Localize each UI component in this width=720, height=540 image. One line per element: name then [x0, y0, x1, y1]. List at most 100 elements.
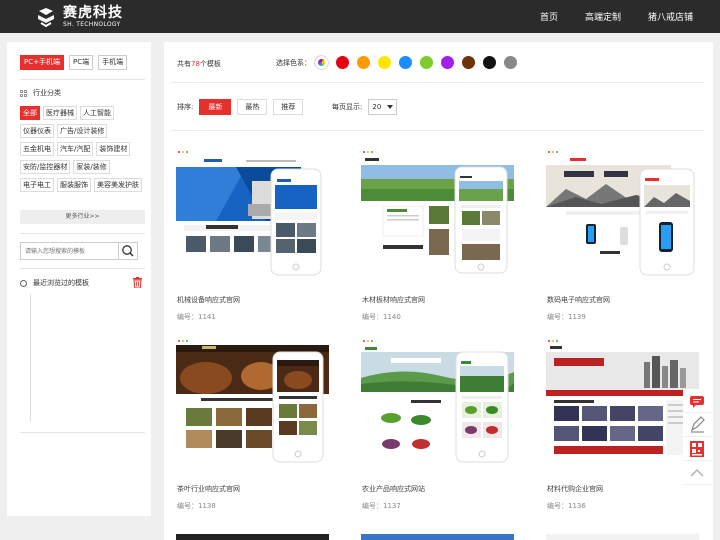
category-item[interactable]: 医疗器械 [43, 106, 77, 120]
template-search [20, 242, 138, 260]
color-label: 选择色系： [276, 58, 311, 67]
sort-recommended-button[interactable]: 推荐 [273, 99, 304, 115]
template-title[interactable]: 数码电子响应式官网 [547, 295, 610, 305]
search-input[interactable] [21, 243, 119, 259]
brand-name-en: SH. TECHNOLOGY [63, 21, 121, 28]
category-item[interactable]: 装饰建材 [96, 142, 131, 156]
divider [171, 82, 704, 83]
template-code: 编号：1136 [547, 502, 586, 510]
template-card[interactable]: 农业产品响应式网站 编号：1137 [361, 338, 514, 518]
trash-icon[interactable] [133, 277, 142, 288]
count-prefix: 共有 [177, 60, 191, 68]
category-list: 全部 医疗器械 人工智能 仪器仪表 广告/设计装修 五金机电 汽车/汽配 装饰建… [20, 106, 145, 202]
color-swatch[interactable] [483, 56, 496, 69]
nav-home[interactable]: 首页 [540, 10, 558, 23]
chevron-down-icon [387, 105, 394, 109]
floating-toolbar [683, 389, 711, 485]
nav-custom[interactable]: 高端定制 [585, 10, 621, 23]
perpage-value: 20 [372, 103, 382, 111]
template-thumbnail[interactable] [176, 149, 329, 277]
more-categories-button[interactable]: 更多行业>> [20, 210, 145, 224]
tab-pc-mobile[interactable]: PC+手机端 [20, 55, 64, 70]
template-thumbnail-partial[interactable] [176, 534, 329, 540]
color-swatch[interactable] [462, 56, 475, 69]
template-card[interactable]: 木材板材响应式官网 编号：1140 [361, 149, 514, 329]
template-thumbnail[interactable] [546, 149, 699, 277]
template-card[interactable]: 数码电子响应式官网 编号：1139 [546, 149, 699, 329]
color-swatch-all[interactable] [315, 56, 328, 69]
category-item[interactable]: 人工智能 [80, 106, 114, 120]
tab-pc[interactable]: PC端 [68, 55, 94, 70]
sort-newest-button[interactable]: 最新 [199, 99, 232, 115]
template-code: 编号：1140 [362, 313, 401, 321]
category-item[interactable]: 家装/装修 [73, 160, 110, 174]
template-thumbnail[interactable] [546, 338, 699, 466]
category-heading: 行业分类 [20, 88, 61, 98]
perpage-select[interactable]: 20 [368, 99, 398, 115]
grid-icon [20, 89, 27, 97]
chat-icon[interactable] [683, 389, 711, 413]
color-swatch[interactable] [399, 56, 412, 69]
recent-viewed-header: 最近浏览过的模板 [20, 277, 142, 288]
color-filter: 选择色系： [276, 56, 517, 69]
template-thumbnail[interactable] [361, 338, 514, 466]
template-title[interactable]: 木材板材响应式官网 [362, 295, 425, 305]
category-item[interactable]: 美容美发护肤 [94, 178, 142, 192]
divider [20, 79, 145, 80]
color-swatch[interactable] [378, 56, 391, 69]
category-item[interactable]: 广告/设计装修 [57, 124, 108, 138]
filter-sidebar: PC+手机端 PC端 手机端 行业分类 全部 医疗器械 人工智能 仪器仪表 广告… [7, 42, 151, 516]
top-header: 赛虎科技 SH. TECHNOLOGY 首页 高端定制 猪八戒店铺 [0, 0, 720, 33]
sort-label: 排序: [177, 103, 194, 111]
clock-icon [20, 279, 27, 287]
search-icon [122, 245, 134, 257]
recent-title: 最近浏览过的模板 [33, 279, 89, 287]
color-swatch[interactable] [420, 56, 433, 69]
template-card[interactable]: 机械设备响应式官网 编号：1141 [176, 149, 329, 329]
divider [20, 432, 145, 433]
recent-list-line [30, 294, 31, 422]
template-title[interactable]: 材料代购企业官网 [547, 484, 603, 494]
category-item[interactable]: 电子电工 [20, 178, 54, 192]
edit-icon[interactable] [683, 413, 711, 437]
category-item[interactable]: 五金机电 [20, 142, 54, 156]
logo-mark-icon [35, 6, 57, 28]
template-thumbnail-partial[interactable] [361, 534, 514, 540]
sort-hottest-button[interactable]: 最热 [237, 99, 268, 115]
color-swatch[interactable] [357, 56, 370, 69]
brand-name: 赛虎科技 [63, 5, 123, 21]
category-item[interactable]: 安防/监控器材 [20, 160, 71, 174]
brand-logo[interactable]: 赛虎科技 SH. TECHNOLOGY [35, 4, 123, 30]
template-code: 编号：1141 [177, 313, 216, 321]
perpage-label: 每页显示: [332, 103, 363, 111]
per-page-control: 每页显示: 20 [332, 99, 398, 115]
divider [171, 130, 704, 131]
tab-mobile[interactable]: 手机端 [98, 55, 128, 70]
back-top-icon[interactable] [683, 461, 711, 485]
template-card[interactable]: 茶叶行业响应式官网 编号：1138 [176, 338, 329, 518]
template-card[interactable]: 材料代购企业官网 编号：1136 [546, 338, 699, 518]
template-thumbnail[interactable] [361, 149, 514, 277]
template-code: 编号：1137 [362, 502, 401, 510]
divider [20, 268, 145, 269]
template-title[interactable]: 茶叶行业响应式官网 [177, 484, 240, 494]
template-count: 共有 78 个模板 [177, 59, 221, 69]
template-title[interactable]: 农业产品响应式网站 [362, 484, 425, 494]
template-thumbnail-partial[interactable] [546, 534, 699, 540]
template-title[interactable]: 机械设备响应式官网 [177, 295, 240, 305]
template-code: 编号：1139 [547, 313, 586, 321]
color-swatch[interactable] [336, 56, 349, 69]
sort-bar: 排序: 最新 最热 推荐 [177, 99, 304, 115]
category-item-all[interactable]: 全部 [20, 106, 40, 120]
nav-shop[interactable]: 猪八戒店铺 [648, 10, 693, 23]
template-thumbnail[interactable] [176, 338, 329, 466]
category-item[interactable]: 服装服饰 [57, 178, 91, 192]
category-item[interactable]: 仪器仪表 [20, 124, 54, 138]
divider [20, 233, 145, 234]
qrcode-icon[interactable] [683, 437, 711, 461]
color-swatch[interactable] [504, 56, 517, 69]
color-swatch[interactable] [441, 56, 454, 69]
category-item[interactable]: 汽车/汽配 [57, 142, 94, 156]
search-button[interactable] [118, 243, 137, 259]
template-code: 编号：1138 [177, 502, 216, 510]
